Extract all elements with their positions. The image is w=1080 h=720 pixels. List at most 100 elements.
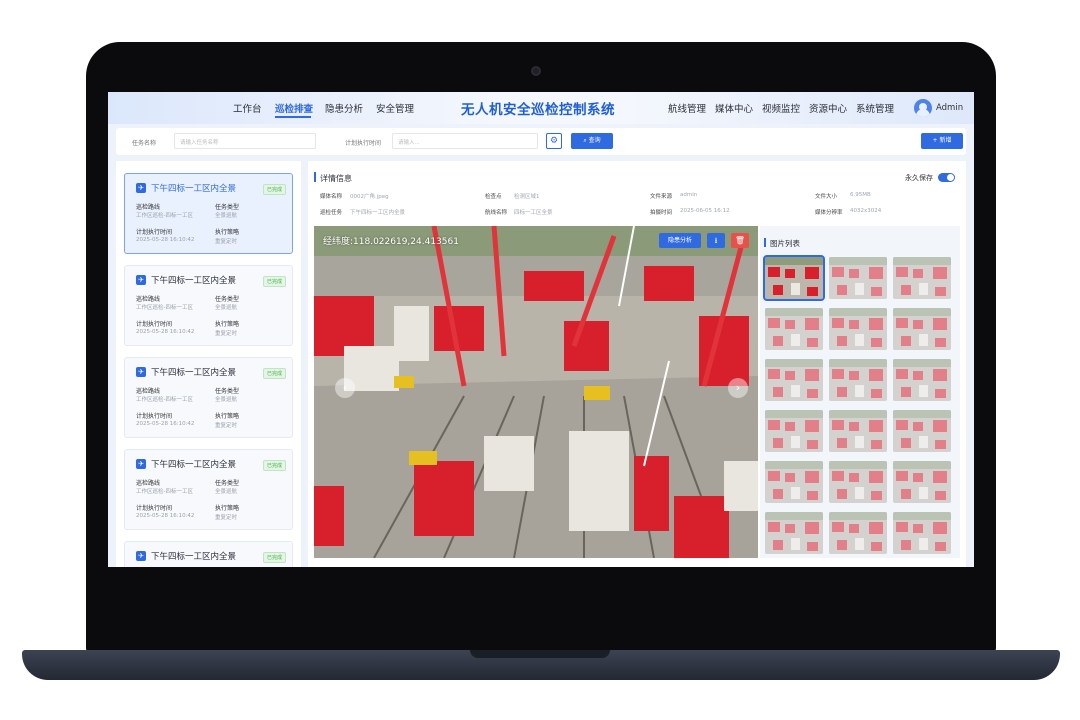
task-name-input[interactable]: 请输入任务名称 [174, 133, 316, 149]
route-label: 巡检路线 [136, 388, 161, 395]
type-value: 全景巡航 [215, 305, 238, 311]
drone-task-icon: ✈ [136, 459, 146, 469]
task-card[interactable]: ✈ 下午四标一工区内全景 已完成 巡检路线 工作区巡检-四标一工区 任务类型 全… [124, 449, 293, 530]
gallery-thumbnail[interactable] [893, 410, 951, 452]
chevron-left-icon: ‹ [342, 381, 348, 394]
type-value: 全景巡航 [215, 213, 238, 219]
section-marker [764, 238, 766, 247]
hazard-analysis-button[interactable]: 隐患分析 [659, 233, 701, 248]
gallery-thumbnail[interactable] [765, 512, 823, 554]
media-name-value: 0002广角.jpeg [350, 194, 389, 200]
add-button[interactable]: + 新增 [921, 133, 963, 149]
file-size-label: 文件大小 [815, 194, 838, 200]
nav-inspection[interactable]: 巡检排查 [275, 101, 313, 115]
query-button-label: 查询 [588, 137, 601, 144]
task-title: 下午四标一工区内全景 [151, 276, 237, 286]
permanent-save-label: 永久保存 [905, 174, 933, 182]
inspection-photo[interactable]: 经纬度:118.022619,24.413561 隐患分析 ⭳ 🗑 ‹ › [314, 226, 758, 558]
time-value: 2025-05-28 16:10:42 [136, 329, 195, 335]
gallery-thumbnail[interactable] [829, 308, 887, 350]
drone-task-icon: ✈ [136, 551, 146, 561]
next-image-button[interactable]: › [728, 378, 748, 398]
settings-button[interactable]: ⚙ [546, 133, 562, 149]
type-label: 任务类型 [215, 480, 240, 487]
search-filter-bar: 任务名称 请输入任务名称 计划执行时间 请输入... ⚙ ⌕ 查询 + 新增 [116, 128, 966, 155]
gallery-thumbnail[interactable] [763, 255, 825, 301]
route-name-value: 四标一工区全景 [514, 210, 553, 216]
gallery-thumbnail[interactable] [893, 461, 951, 503]
type-value: 全景巡航 [215, 397, 238, 403]
gallery-thumbnail[interactable] [829, 461, 887, 503]
user-name[interactable]: Admin [936, 103, 963, 113]
inspection-task-value: 下午四标一工区内全景 [350, 210, 406, 216]
task-card[interactable]: ✈ 下午四标一工区内全景 已完成 [124, 541, 293, 567]
gallery-thumbnail[interactable] [893, 359, 951, 401]
gallery-thumbnail[interactable] [765, 410, 823, 452]
task-list: ✈ 下午四标一工区内全景 已完成 巡检路线 工作区巡检-四标一工区 任务类型 全… [116, 161, 301, 567]
avatar[interactable] [914, 99, 932, 117]
nav-media-center[interactable]: 媒体中心 [715, 101, 753, 115]
detail-panel: 详情信息 永久保存 媒体名称 0002广角.jpeg 检查点 检测区域1 文件来… [308, 161, 966, 567]
app-screen: 工作台 巡检排查 隐患分析 安全管理 无人机安全巡检控制系统 航线管理 媒体中心… [108, 92, 974, 567]
task-title: 下午四标一工区内全景 [151, 552, 237, 562]
resolution-value: 4032x3024 [850, 208, 882, 214]
task-card[interactable]: ✈ 下午四标一工区内全景 已完成 巡检路线 工作区巡检-四标一工区 任务类型 全… [124, 265, 293, 346]
inspection-task-label: 巡检任务 [320, 210, 343, 216]
status-badge: 已完成 [263, 368, 287, 379]
plan-time-input[interactable]: 请输入... [392, 133, 538, 149]
strategy-label: 执行策略 [215, 321, 240, 328]
prev-image-button[interactable]: ‹ [335, 378, 355, 398]
top-navigation-bar: 工作台 巡检排查 隐患分析 安全管理 无人机安全巡检控制系统 航线管理 媒体中心… [108, 92, 974, 124]
coordinates-overlay: 经纬度:118.022619,24.413561 [323, 237, 459, 247]
nav-hazard-analysis[interactable]: 隐患分析 [325, 101, 363, 115]
route-value: 工作区巡检-四标一工区 [136, 213, 193, 219]
file-size-value: 6.95MB [850, 192, 871, 198]
nav-resource-center[interactable]: 资源中心 [809, 101, 847, 115]
permanent-save-toggle[interactable] [938, 173, 955, 182]
gallery-thumbnail[interactable] [893, 512, 951, 554]
construction-site-image [314, 226, 758, 558]
gallery-thumbnail[interactable] [829, 512, 887, 554]
route-value: 工作区巡检-四标一工区 [136, 397, 193, 403]
time-label: 计划执行时间 [136, 321, 173, 328]
gallery-thumbnail[interactable] [893, 257, 951, 299]
delete-button[interactable]: 🗑 [731, 233, 749, 248]
route-name-label: 航线名称 [485, 210, 508, 216]
task-card[interactable]: ✈ 下午四标一工区内全景 已完成 巡检路线 工作区巡检-四标一工区 任务类型 全… [124, 357, 293, 438]
time-value: 2025-05-28 16:10:42 [136, 237, 195, 243]
strategy-value: 重复定时 [215, 515, 238, 521]
strategy-label: 执行策略 [215, 505, 240, 512]
checkpoint-value: 检测区域1 [514, 194, 540, 200]
task-name-label: 任务名称 [132, 140, 157, 147]
time-label: 计划执行时间 [136, 229, 173, 236]
strategy-value: 重复定时 [215, 423, 238, 429]
task-card[interactable]: ✈ 下午四标一工区内全景 已完成 巡检路线 工作区巡检-四标一工区 任务类型 全… [124, 173, 293, 254]
time-label: 计划执行时间 [136, 413, 173, 420]
gallery-thumbnail[interactable] [829, 410, 887, 452]
nav-system-management[interactable]: 系统管理 [856, 101, 894, 115]
gallery-thumbnail[interactable] [765, 359, 823, 401]
gallery-thumbnail[interactable] [765, 461, 823, 503]
gallery-thumbnail[interactable] [829, 257, 887, 299]
gallery-thumbnail[interactable] [829, 359, 887, 401]
nav-safety-management[interactable]: 安全管理 [376, 101, 414, 115]
nav-video-monitor[interactable]: 视频监控 [762, 101, 800, 115]
detail-section-title: 详情信息 [320, 174, 352, 183]
drone-task-icon: ✈ [136, 275, 146, 285]
gallery-thumbnail[interactable] [893, 308, 951, 350]
nav-route-management[interactable]: 航线管理 [668, 101, 706, 115]
laptop-notch [470, 650, 610, 658]
strategy-label: 执行策略 [215, 413, 240, 420]
route-value: 工作区巡检-四标一工区 [136, 489, 193, 495]
trash-icon: 🗑 [734, 236, 746, 245]
status-badge: 已完成 [263, 184, 287, 195]
strategy-value: 重复定时 [215, 239, 238, 245]
query-button[interactable]: ⌕ 查询 [571, 133, 613, 149]
camera-icon [531, 66, 541, 76]
type-value: 全景巡航 [215, 489, 238, 495]
nav-workbench[interactable]: 工作台 [233, 101, 262, 115]
download-button[interactable]: ⭳ [707, 233, 725, 248]
gallery-thumbnail[interactable] [765, 308, 823, 350]
gallery-title: 图片列表 [770, 239, 800, 248]
status-badge: 已完成 [263, 552, 287, 563]
